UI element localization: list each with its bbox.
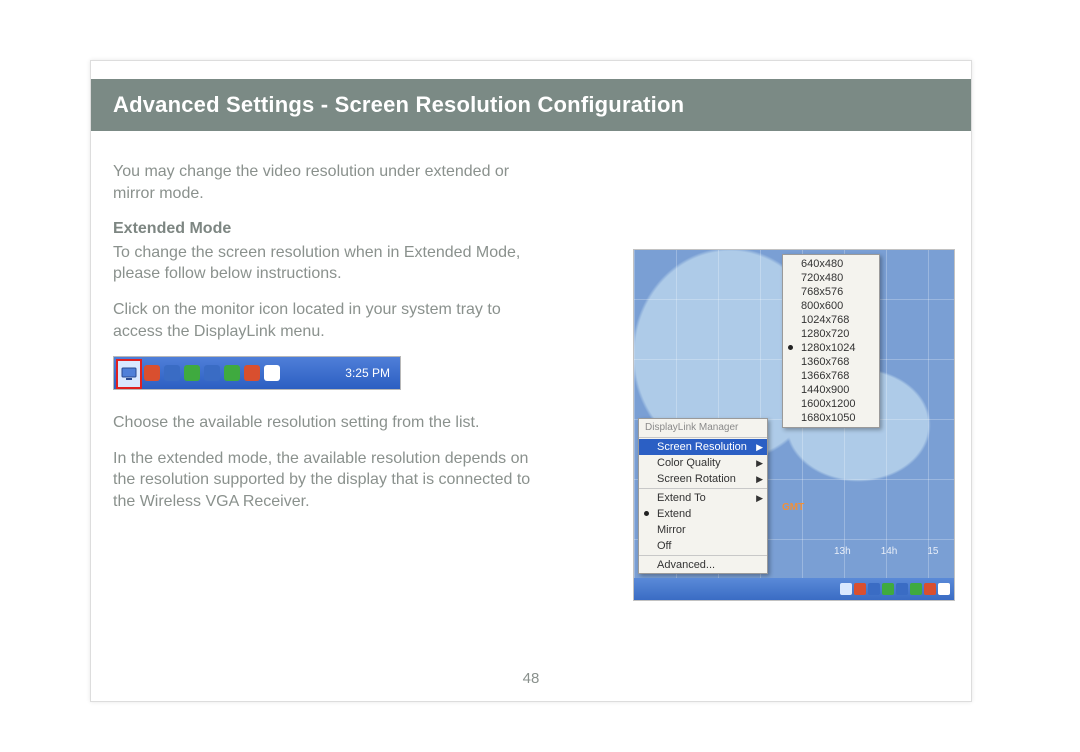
resolution-item[interactable]: 1440x900 [783,383,879,397]
tray-icons-row [144,365,280,381]
resolution-label: 1280x720 [801,328,849,340]
menu-separator [639,437,767,438]
monitor-icon [121,366,137,382]
menu-item-label: Screen Rotation [657,473,736,485]
tray-icon [224,365,240,381]
resolution-item[interactable]: 800x600 [783,299,879,313]
system-tray-screenshot: 3:25 PM [113,356,401,390]
menu-item-label: Color Quality [657,457,721,469]
text-column: You may change the video resolution unde… [113,161,533,527]
taskbar-icon [854,583,866,595]
resolution-label: 1366x768 [801,370,849,382]
hour-label: 15 [927,546,938,557]
tray-icon [144,365,160,381]
resolution-item[interactable]: 768x576 [783,285,879,299]
resolution-label: 800x600 [801,300,843,312]
gmt-label: GMT [782,502,804,513]
page-number: 48 [91,670,971,687]
resolution-label: 768x576 [801,286,843,298]
resolution-label: 640x480 [801,258,843,270]
menu-item[interactable]: Screen Rotation ▶ [639,471,767,487]
resolution-label: 1680x1050 [801,412,855,424]
tray-clock: 3:25 PM [345,365,390,381]
displaylink-context-menu[interactable]: DisplayLink Manager Screen Resolution▶Co… [638,418,768,574]
menu-item[interactable]: Extend [639,506,767,522]
tray-icon [264,365,280,381]
resolution-label: 1600x1200 [801,398,855,410]
screenshot-column: GMT 13h 14h 15 640x480 720x480 768x576 800x60… [633,249,953,601]
page-content: You may change the video resolution unde… [113,161,953,601]
menu-item-label: Off [657,540,671,552]
hour-label: 13h [834,546,851,557]
resolution-item[interactable]: 720x480 [783,271,879,285]
highlighted-tray-icon [116,359,142,389]
resolution-item[interactable]: 1366x768 [783,369,879,383]
page-title: Advanced Settings - Screen Resolution Co… [113,92,684,118]
submenu-arrow-icon: ▶ [756,458,763,469]
tray-icon [204,365,220,381]
resolution-item[interactable]: 1024x768 [783,313,879,327]
menu-item[interactable]: Off [639,538,767,554]
context-menu-title: DisplayLink Manager [639,419,767,436]
desktop-screenshot: GMT 13h 14h 15 640x480 720x480 768x576 800x60… [633,249,955,601]
taskbar [634,578,954,600]
section-heading: Extended Mode [113,218,533,240]
menu-item[interactable]: Color Quality ▶ [639,455,767,471]
menu-item[interactable]: Advanced... [639,557,767,573]
resolution-label: 1280x1024 [801,342,855,354]
paragraph-3: Choose the available resolution setting … [113,412,533,434]
resolution-label: 720x480 [801,272,843,284]
tray-icon [184,365,200,381]
menu-item[interactable]: Screen Resolution ▶ [639,439,767,455]
intro-text: You may change the video resolution unde… [113,161,533,204]
menu-separator [639,488,767,489]
menu-item[interactable]: Mirror [639,522,767,538]
taskbar-icon [868,583,880,595]
hour-label: 14h [881,546,898,557]
taskbar-icon [840,583,852,595]
menu-item-label: Extend To [657,492,706,504]
resolution-item[interactable]: 1680x1050 [783,411,879,425]
checked-dot-icon [788,345,793,350]
resolution-item[interactable]: 640x480 [783,257,879,271]
resolution-item[interactable]: 1280x1024 [783,341,879,355]
resolution-label: 1440x900 [801,384,849,396]
taskbar-icon [924,583,936,595]
menu-item-label: Extend [657,508,691,520]
checked-dot-icon [644,511,649,516]
paragraph-4: In the extended mode, the available reso… [113,448,533,513]
submenu-arrow-icon: ▶ [756,442,763,453]
taskbar-icon [910,583,922,595]
hour-labels: 13h 14h 15 [834,546,939,557]
menu-item-label: Screen Resolution [657,441,747,453]
tray-icon [244,365,260,381]
menu-item[interactable]: Extend To ▶ [639,490,767,506]
manual-page: Advanced Settings - Screen Resolution Co… [90,60,972,702]
resolution-item[interactable]: 1600x1200 [783,397,879,411]
resolution-item[interactable]: 1280x720 [783,327,879,341]
menu-item-label: Advanced... [657,559,715,571]
taskbar-icon [938,583,950,595]
resolution-label: 1360x768 [801,356,849,368]
page-header: Advanced Settings - Screen Resolution Co… [91,79,971,131]
submenu-arrow-icon: ▶ [756,493,763,504]
paragraph-1: To change the screen resolution when in … [113,242,533,285]
resolution-label: 1024x768 [801,314,849,326]
menu-item-label: Mirror [657,524,686,536]
submenu-arrow-icon: ▶ [756,474,763,485]
taskbar-icon [896,583,908,595]
paragraph-2: Click on the monitor icon located in you… [113,299,533,342]
resolution-submenu[interactable]: 640x480 720x480 768x576 800x600 1024x768 1280… [782,254,880,428]
menu-separator [639,555,767,556]
tray-icon [164,365,180,381]
resolution-item[interactable]: 1360x768 [783,355,879,369]
taskbar-icon [882,583,894,595]
